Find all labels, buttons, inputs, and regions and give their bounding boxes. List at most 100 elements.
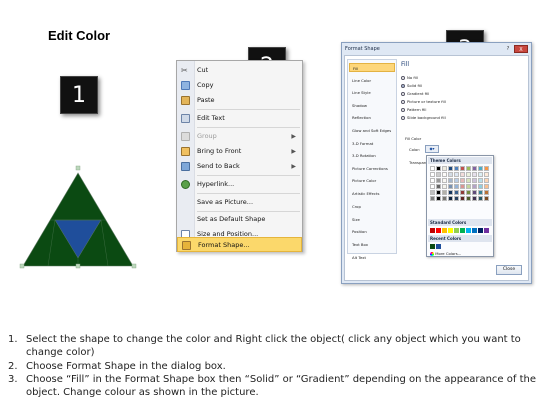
sidebar-item-size[interactable]: Size <box>349 215 395 224</box>
color-swatch[interactable] <box>478 166 483 171</box>
sidebar-item-shadow[interactable]: Shadow <box>349 101 395 110</box>
color-swatch[interactable] <box>436 228 441 233</box>
color-swatch[interactable] <box>448 196 453 201</box>
color-swatch[interactable] <box>430 166 435 171</box>
color-swatch[interactable] <box>460 190 465 195</box>
color-swatch[interactable] <box>484 190 489 195</box>
color-swatch[interactable] <box>448 178 453 183</box>
color-swatch[interactable] <box>430 196 435 201</box>
sidebar-item-reflection[interactable]: Reflection <box>349 113 395 122</box>
color-swatch[interactable] <box>484 172 489 177</box>
sidebar-item-picture-corrections[interactable]: Picture Corrections <box>349 164 395 173</box>
radio-no-fill[interactable]: No fill <box>401 74 418 81</box>
color-swatch[interactable] <box>442 178 447 183</box>
menu-item-hyperlink[interactable]: Hyperlink... <box>177 177 302 192</box>
radio-pattern-fill[interactable]: Pattern fill <box>401 106 426 113</box>
color-swatch[interactable] <box>454 178 459 183</box>
color-swatch[interactable] <box>472 172 477 177</box>
color-swatch[interactable] <box>460 178 465 183</box>
color-swatch[interactable] <box>430 190 435 195</box>
radio-slide-background-fill[interactable]: Slide background fill <box>401 114 446 121</box>
color-swatch[interactable] <box>466 228 471 233</box>
color-swatch[interactable] <box>484 178 489 183</box>
color-swatch[interactable] <box>466 190 471 195</box>
color-swatch[interactable] <box>478 172 483 177</box>
radio-gradient-fill[interactable]: Gradient fill <box>401 90 429 97</box>
color-swatch[interactable] <box>454 184 459 189</box>
color-swatch[interactable] <box>460 196 465 201</box>
color-swatch[interactable] <box>478 228 483 233</box>
menu-item-cut[interactable]: ✂ Cut <box>177 63 302 78</box>
color-swatch[interactable] <box>472 178 477 183</box>
menu-item-group[interactable]: Group ▶ <box>177 129 302 144</box>
color-swatch[interactable] <box>454 228 459 233</box>
color-swatch[interactable] <box>478 196 483 201</box>
menu-item-set-as-default-shape[interactable]: Set as Default Shape <box>177 212 302 227</box>
color-swatch[interactable] <box>442 190 447 195</box>
color-swatch[interactable] <box>472 228 477 233</box>
color-swatch[interactable] <box>478 190 483 195</box>
color-swatch[interactable] <box>442 184 447 189</box>
color-swatch[interactable] <box>448 190 453 195</box>
sidebar-item-position[interactable]: Position <box>349 227 395 236</box>
sidebar-item-3d-rotation[interactable]: 3-D Rotation <box>349 151 395 160</box>
color-swatch[interactable] <box>448 172 453 177</box>
color-swatch[interactable] <box>442 196 447 201</box>
dialog-close-x-button[interactable]: X <box>514 45 528 53</box>
color-swatch[interactable] <box>466 178 471 183</box>
color-swatch[interactable] <box>472 166 477 171</box>
menu-item-paste[interactable]: Paste <box>177 93 302 108</box>
color-swatch[interactable] <box>436 184 441 189</box>
color-swatch[interactable] <box>430 178 435 183</box>
sidebar-item-line-color[interactable]: Line Color <box>349 76 395 85</box>
color-swatch[interactable] <box>442 166 447 171</box>
color-swatch[interactable] <box>466 172 471 177</box>
pyramid-shape[interactable] <box>18 162 138 274</box>
color-swatch[interactable] <box>478 184 483 189</box>
help-button[interactable]: ? <box>503 45 513 53</box>
color-swatch[interactable] <box>466 166 471 171</box>
color-swatch[interactable] <box>460 172 465 177</box>
color-swatch[interactable] <box>430 184 435 189</box>
color-swatch[interactable] <box>442 172 447 177</box>
color-swatch[interactable] <box>472 190 477 195</box>
color-swatch[interactable] <box>448 166 453 171</box>
sidebar-item-alt-text[interactable]: Alt Text <box>349 253 395 262</box>
sidebar-item-line-style[interactable]: Line Style <box>349 88 395 97</box>
color-swatch[interactable] <box>454 196 459 201</box>
color-swatch[interactable] <box>430 244 435 249</box>
color-swatch[interactable] <box>484 196 489 201</box>
color-swatch[interactable] <box>436 178 441 183</box>
color-swatch[interactable] <box>448 184 453 189</box>
sidebar-item-artistic-effects[interactable]: Artistic Effects <box>349 189 395 198</box>
color-swatch[interactable] <box>460 166 465 171</box>
color-swatch[interactable] <box>454 166 459 171</box>
color-swatch[interactable] <box>442 228 447 233</box>
sidebar-item-glow[interactable]: Glow and Soft Edges <box>349 126 395 135</box>
menu-item-copy[interactable]: Copy <box>177 78 302 93</box>
color-swatch[interactable] <box>478 178 483 183</box>
sidebar-item-fill[interactable]: Fill <box>349 63 395 72</box>
fill-color-picker-button[interactable]: ◆▾ <box>425 145 439 153</box>
color-swatch[interactable] <box>430 172 435 177</box>
color-swatch[interactable] <box>460 228 465 233</box>
sidebar-item-3d-format[interactable]: 3-D Format <box>349 139 395 148</box>
color-swatch[interactable] <box>436 244 441 249</box>
color-swatch[interactable] <box>484 184 489 189</box>
color-swatch[interactable] <box>466 184 471 189</box>
more-colors-link[interactable]: More Colors... <box>430 251 461 256</box>
close-button[interactable]: Close <box>496 265 522 275</box>
color-swatch[interactable] <box>430 228 435 233</box>
menu-item-edit-text[interactable]: Edit Text <box>177 111 302 126</box>
color-swatch[interactable] <box>484 228 489 233</box>
color-swatch[interactable] <box>460 184 465 189</box>
menu-item-bring-to-front[interactable]: Bring to Front ▶ <box>177 144 302 159</box>
menu-item-format-shape[interactable]: Format Shape... <box>177 237 302 252</box>
color-swatch[interactable] <box>436 166 441 171</box>
color-swatch[interactable] <box>472 196 477 201</box>
sidebar-item-text-box[interactable]: Text Box <box>349 240 395 249</box>
color-swatch[interactable] <box>484 166 489 171</box>
radio-solid-fill[interactable]: Solid fill <box>401 82 422 89</box>
color-swatch[interactable] <box>454 172 459 177</box>
color-swatch[interactable] <box>454 190 459 195</box>
